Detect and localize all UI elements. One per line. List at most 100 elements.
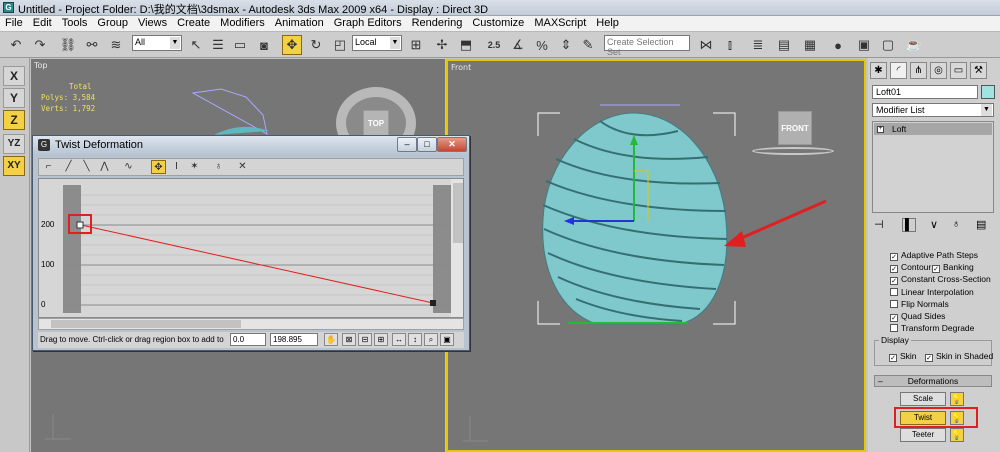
zoom-horizontal-extents-icon[interactable]: ⊟: [358, 333, 372, 346]
motion-tab-icon[interactable]: ◎: [930, 62, 947, 79]
graph-vscroll-thumb[interactable]: [453, 183, 463, 243]
manipulate-icon[interactable]: ✢: [432, 35, 452, 55]
menu-create[interactable]: Create: [172, 16, 215, 29]
angle-snap-icon[interactable]: ∡: [508, 35, 528, 55]
make-unique-icon[interactable]: ∨: [930, 218, 938, 231]
object-name-field[interactable]: Loft01: [872, 85, 978, 99]
deformations-rollout-header[interactable]: – Deformations: [874, 375, 992, 387]
reference-coordinate-dropdown[interactable]: Local ▼: [352, 35, 402, 51]
keyboard-shortcut-icon[interactable]: ⬒: [456, 35, 476, 55]
point-x-field[interactable]: 0.0: [230, 333, 266, 346]
menu-views[interactable]: Views: [133, 16, 172, 29]
curve-control-point-start[interactable]: [76, 221, 84, 229]
checkbox-box[interactable]: ✓: [932, 265, 940, 273]
checkbox-box[interactable]: ✓: [890, 265, 898, 273]
layer-manager-icon[interactable]: ≣: [748, 35, 768, 55]
modifier-list-dropdown[interactable]: Modifier List ▼: [872, 103, 994, 117]
create-tab-icon[interactable]: ✱: [870, 62, 887, 79]
zoom-vertical-extents-icon[interactable]: ⊞: [374, 333, 388, 346]
menu-graph-editors[interactable]: Graph Editors: [329, 16, 407, 29]
undo-icon[interactable]: ↶: [6, 35, 26, 55]
axis-xy-button[interactable]: XY: [3, 156, 25, 176]
menu-rendering[interactable]: Rendering: [407, 16, 468, 29]
checkbox-skin[interactable]: ✓ Skin: [889, 351, 917, 363]
viewcube-front[interactable]: FRONT: [748, 103, 838, 155]
curve-control-point-end[interactable]: [430, 300, 436, 306]
mirror-icon[interactable]: ⋈: [696, 35, 716, 55]
select-and-move-icon[interactable]: ✥: [282, 35, 302, 55]
curve-editor-icon[interactable]: ▤: [774, 35, 794, 55]
checkbox-box[interactable]: [890, 324, 898, 332]
maximize-button[interactable]: □: [417, 137, 437, 152]
viewcube-ring[interactable]: [752, 147, 834, 155]
close-button[interactable]: ✕: [437, 137, 467, 152]
pin-stack-icon[interactable]: ⊣: [874, 218, 884, 231]
minimize-button[interactable]: –: [397, 137, 417, 152]
configure-sets-icon[interactable]: ▤: [976, 218, 986, 231]
selection-filter-dropdown[interactable]: All ▼: [132, 35, 182, 51]
object-color-swatch[interactable]: [981, 85, 995, 99]
zoom-vertical-icon[interactable]: ↕: [408, 333, 422, 346]
graph-hscroll-thumb[interactable]: [51, 320, 241, 328]
checkbox-quad-sides[interactable]: ✓ Quad Sides: [890, 311, 945, 323]
viewcube-front-face[interactable]: FRONT: [778, 111, 812, 145]
hierarchy-tab-icon[interactable]: ⋔: [910, 62, 927, 79]
zoom-horizontal-icon[interactable]: ↔: [392, 333, 406, 346]
axis-z-button[interactable]: Z: [3, 110, 25, 130]
edit-named-selection-icon[interactable]: ✎: [578, 35, 598, 55]
zoom-region-icon[interactable]: ▣: [440, 333, 454, 346]
show-end-result-icon[interactable]: ▌: [902, 218, 916, 232]
align-icon[interactable]: ⫾: [720, 35, 740, 55]
named-selection-set-input[interactable]: Create Selection Set: [604, 35, 690, 57]
graph-hscrollbar[interactable]: [38, 318, 464, 330]
menu-customize[interactable]: Customize: [467, 16, 529, 29]
axis-yz-button[interactable]: YZ: [3, 134, 25, 154]
pivot-center-icon[interactable]: ⊞: [406, 35, 426, 55]
menu-tools[interactable]: Tools: [57, 16, 93, 29]
redo-icon[interactable]: ↷: [30, 35, 50, 55]
app-logo-icon[interactable]: G: [3, 2, 14, 13]
rendered-frame-window-icon[interactable]: ▢: [878, 35, 898, 55]
menu-animation[interactable]: Animation: [270, 16, 329, 29]
menu-modifiers[interactable]: Modifiers: [215, 16, 270, 29]
menu-edit[interactable]: Edit: [28, 16, 57, 29]
display-xy-axes-icon[interactable]: ⋀: [97, 160, 112, 174]
menu-maxscript[interactable]: MAXScript: [529, 16, 591, 29]
bind-space-warp-icon[interactable]: ≋: [106, 35, 126, 55]
menu-help[interactable]: Help: [591, 16, 624, 29]
axis-x-button[interactable]: X: [3, 66, 25, 86]
display-y-axis-icon[interactable]: ╲: [79, 160, 94, 174]
rect-selection-icon[interactable]: ▭: [230, 35, 250, 55]
expand-icon[interactable]: +: [877, 126, 884, 133]
swap-curves-icon[interactable]: ∿: [121, 160, 136, 174]
remove-modifier-icon[interactable]: ♁: [952, 218, 960, 230]
checkbox-skin-in-shaded[interactable]: ✓ Skin in Shaded: [925, 351, 993, 363]
checkbox-box[interactable]: ✓: [890, 314, 898, 322]
render-teapot-icon[interactable]: ☕: [904, 35, 924, 55]
stack-item-loft[interactable]: Loft: [874, 123, 992, 135]
twist-curve-line[interactable]: [80, 224, 434, 304]
zoom-extents-icon[interactable]: ⊠: [342, 333, 356, 346]
viewcube-top-face[interactable]: TOP: [363, 110, 389, 136]
pan-icon[interactable]: ✋: [324, 333, 338, 346]
reset-curve-icon[interactable]: ✕: [235, 160, 250, 174]
percent-snap-icon[interactable]: %: [532, 35, 552, 55]
select-and-rotate-icon[interactable]: ↻: [306, 35, 326, 55]
schematic-view-icon[interactable]: ▦: [800, 35, 820, 55]
checkbox-box[interactable]: ✓: [889, 354, 897, 362]
move-control-point-icon[interactable]: ✥: [151, 160, 166, 174]
checkbox-transform-degrade[interactable]: Transform Degrade: [890, 323, 974, 335]
render-setup-icon[interactable]: ▣: [854, 35, 874, 55]
zoom-icon[interactable]: ⌕: [424, 333, 438, 346]
front-viewport[interactable]: Front FRONT: [446, 59, 866, 452]
delete-control-point-icon[interactable]: ♁: [211, 160, 226, 174]
window-crossing-icon[interactable]: ◙: [254, 35, 274, 55]
menu-group[interactable]: Group: [92, 16, 133, 29]
insert-corner-point-icon[interactable]: ✶: [187, 160, 202, 174]
display-tab-icon[interactable]: ▭: [950, 62, 967, 79]
link-icon[interactable]: ⛓: [58, 35, 78, 55]
select-object-icon[interactable]: ↖: [186, 35, 206, 55]
checkbox-box[interactable]: [890, 288, 898, 296]
twist-curve-graph[interactable]: 200 100 0: [38, 178, 464, 318]
select-by-name-icon[interactable]: ☰: [208, 35, 228, 55]
